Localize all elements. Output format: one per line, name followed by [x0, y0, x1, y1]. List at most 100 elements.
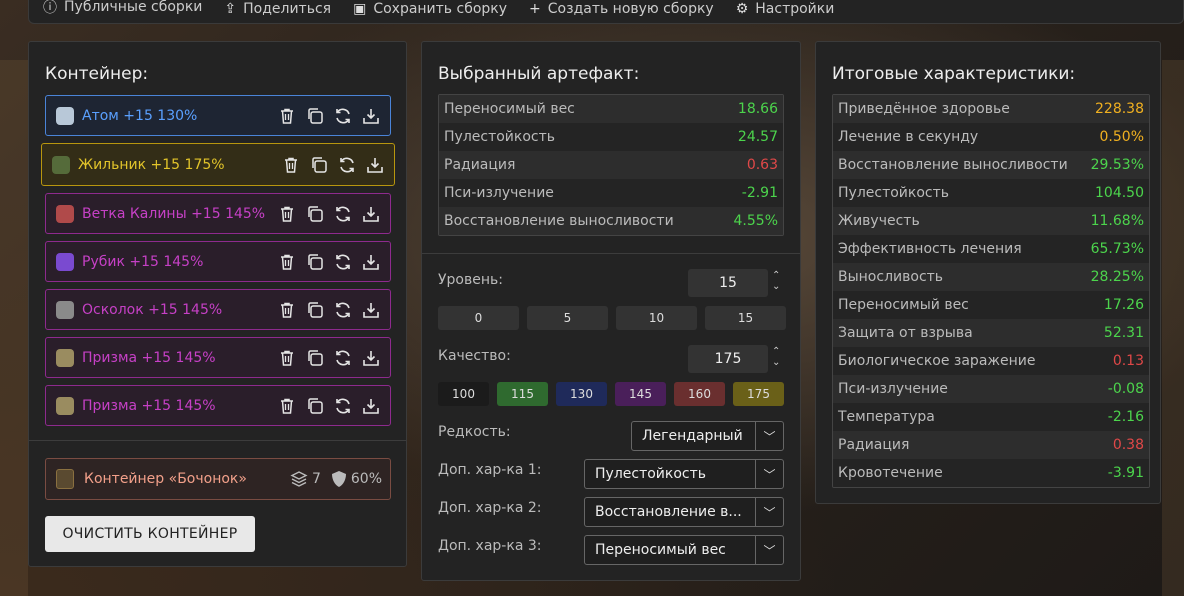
stat-value: 17.26	[1103, 297, 1144, 313]
duplicate-button[interactable]	[306, 205, 324, 223]
replace-button[interactable]	[334, 349, 352, 367]
stat-row: Приведённое здоровье 228.38	[833, 95, 1149, 123]
extra2-select[interactable]: Восстановление в... ﹀	[584, 497, 784, 527]
level-input[interactable]: 15	[688, 269, 768, 297]
stat-value: 18.66	[737, 101, 778, 117]
duplicate-button[interactable]	[306, 349, 324, 367]
stat-value: -0.08	[1107, 381, 1144, 397]
replace-button[interactable]	[338, 156, 356, 174]
replace-button[interactable]	[334, 205, 352, 223]
delete-button[interactable]	[278, 349, 296, 367]
trash-icon	[278, 397, 296, 415]
nav-public-builds[interactable]: ⓘ Публичные сборки	[43, 0, 202, 17]
chevron-down-icon: ﹀	[755, 460, 783, 488]
stat-row: Биологическое заражение 0.13	[833, 347, 1149, 375]
artifact-row[interactable]: Жильник +15 175%	[41, 143, 395, 186]
import-button[interactable]	[366, 156, 384, 174]
quality-preset-button[interactable]: 130	[556, 382, 607, 406]
level-preset-button[interactable]: 15	[705, 306, 786, 330]
replace-button[interactable]	[334, 397, 352, 415]
duplicate-button[interactable]	[306, 253, 324, 271]
download-icon	[362, 253, 380, 271]
trash-icon	[278, 301, 296, 319]
extra2-label: Доп. хар-ка 2:	[438, 500, 542, 516]
delete-button[interactable]	[278, 107, 296, 125]
artifact-row[interactable]: Рубик +15 145%	[45, 241, 391, 282]
quality-preset-button[interactable]: 175	[733, 382, 784, 406]
artifact-row[interactable]: Призма +15 145%	[45, 385, 391, 426]
duplicate-button[interactable]	[306, 301, 324, 319]
stat-row: Пси-излучение -0.08	[833, 375, 1149, 403]
duplicate-button[interactable]	[306, 107, 324, 125]
chevron-down-icon[interactable]: ⌄	[772, 281, 780, 292]
import-button[interactable]	[362, 349, 380, 367]
level-preset-button[interactable]: 10	[616, 306, 697, 330]
container-slots: 7	[290, 470, 321, 488]
delete-button[interactable]	[278, 253, 296, 271]
selected-title: Выбранный артефакт:	[438, 64, 640, 84]
nav-settings[interactable]: ⚙ Настройки	[736, 1, 835, 17]
trash-icon	[278, 349, 296, 367]
import-button[interactable]	[362, 253, 380, 271]
nav-save-build[interactable]: ▣ Сохранить сборку	[353, 1, 507, 17]
extra1-label: Доп. хар-ка 1:	[438, 462, 542, 478]
share-icon: ⇪	[224, 1, 237, 17]
container-item[interactable]: Контейнер «Бочонок» 7 60%	[45, 458, 391, 500]
delete-button[interactable]	[278, 205, 296, 223]
quality-preset-button[interactable]: 160	[674, 382, 725, 406]
artifact-row[interactable]: Атом +15 130%	[45, 95, 391, 136]
chevron-up-icon[interactable]: ⌃	[772, 346, 780, 357]
stat-name: Приведённое здоровье	[838, 101, 1010, 117]
quality-preset-button[interactable]: 100	[438, 382, 489, 406]
stat-value: 104.50	[1095, 185, 1144, 201]
import-button[interactable]	[362, 397, 380, 415]
download-icon	[362, 301, 380, 319]
extra3-select[interactable]: Переносимый вес ﹀	[584, 535, 784, 565]
download-icon	[362, 349, 380, 367]
rarity-select[interactable]: Легендарный ﹀	[631, 421, 784, 451]
trash-icon	[278, 205, 296, 223]
replace-button[interactable]	[334, 301, 352, 319]
artifact-list: Атом +15 130% Жильник +15 175% Ветка Калин…	[41, 95, 395, 433]
import-button[interactable]	[362, 205, 380, 223]
artifact-name: Атом +15 130%	[82, 107, 198, 124]
delete-button[interactable]	[282, 156, 300, 174]
nav-share[interactable]: ⇪ Поделиться	[224, 1, 331, 17]
artifact-icon	[56, 396, 74, 415]
stat-value: 52.31	[1103, 325, 1144, 341]
refresh-icon	[334, 107, 352, 125]
stat-row: Кровотечение -3.91	[833, 459, 1149, 487]
quality-stepper[interactable]: ⌃ ⌄	[772, 346, 780, 368]
delete-button[interactable]	[278, 301, 296, 319]
container-protection: 60%	[331, 470, 382, 488]
duplicate-button[interactable]	[306, 397, 324, 415]
level-stepper[interactable]: ⌃ ⌄	[772, 270, 780, 292]
clear-container-button[interactable]: ОЧИСТИТЬ КОНТЕЙНЕР	[45, 516, 255, 552]
quality-preset-button[interactable]: 145	[615, 382, 666, 406]
artifact-actions	[278, 107, 380, 125]
artifact-row[interactable]: Ветка Калины +15 145%	[45, 193, 391, 234]
extra1-select[interactable]: Пулестойкость ﹀	[584, 459, 784, 489]
quality-preset-button[interactable]: 115	[497, 382, 548, 406]
replace-button[interactable]	[334, 107, 352, 125]
nav-label: Сохранить сборку	[373, 1, 508, 17]
duplicate-button[interactable]	[310, 156, 328, 174]
level-preset-button[interactable]: 5	[527, 306, 608, 330]
level-preset-button[interactable]: 0	[438, 306, 519, 330]
chevron-down-icon[interactable]: ⌄	[772, 357, 780, 368]
artifact-row[interactable]: Осколок +15 145%	[45, 289, 391, 330]
artifact-row[interactable]: Призма +15 145%	[45, 337, 391, 378]
stat-name: Пулестойкость	[838, 185, 950, 201]
artifact-icon	[56, 348, 74, 367]
import-button[interactable]	[362, 301, 380, 319]
delete-button[interactable]	[278, 397, 296, 415]
stat-name: Восстановление выносливости	[444, 213, 674, 229]
replace-button[interactable]	[334, 253, 352, 271]
stat-value: 0.50%	[1099, 129, 1144, 145]
quality-input[interactable]: 175	[688, 345, 768, 373]
info-icon: ⓘ	[43, 0, 57, 16]
refresh-icon	[338, 156, 356, 174]
nav-new-build[interactable]: + Создать новую сборку	[529, 1, 714, 17]
chevron-up-icon[interactable]: ⌃	[772, 270, 780, 281]
import-button[interactable]	[362, 107, 380, 125]
